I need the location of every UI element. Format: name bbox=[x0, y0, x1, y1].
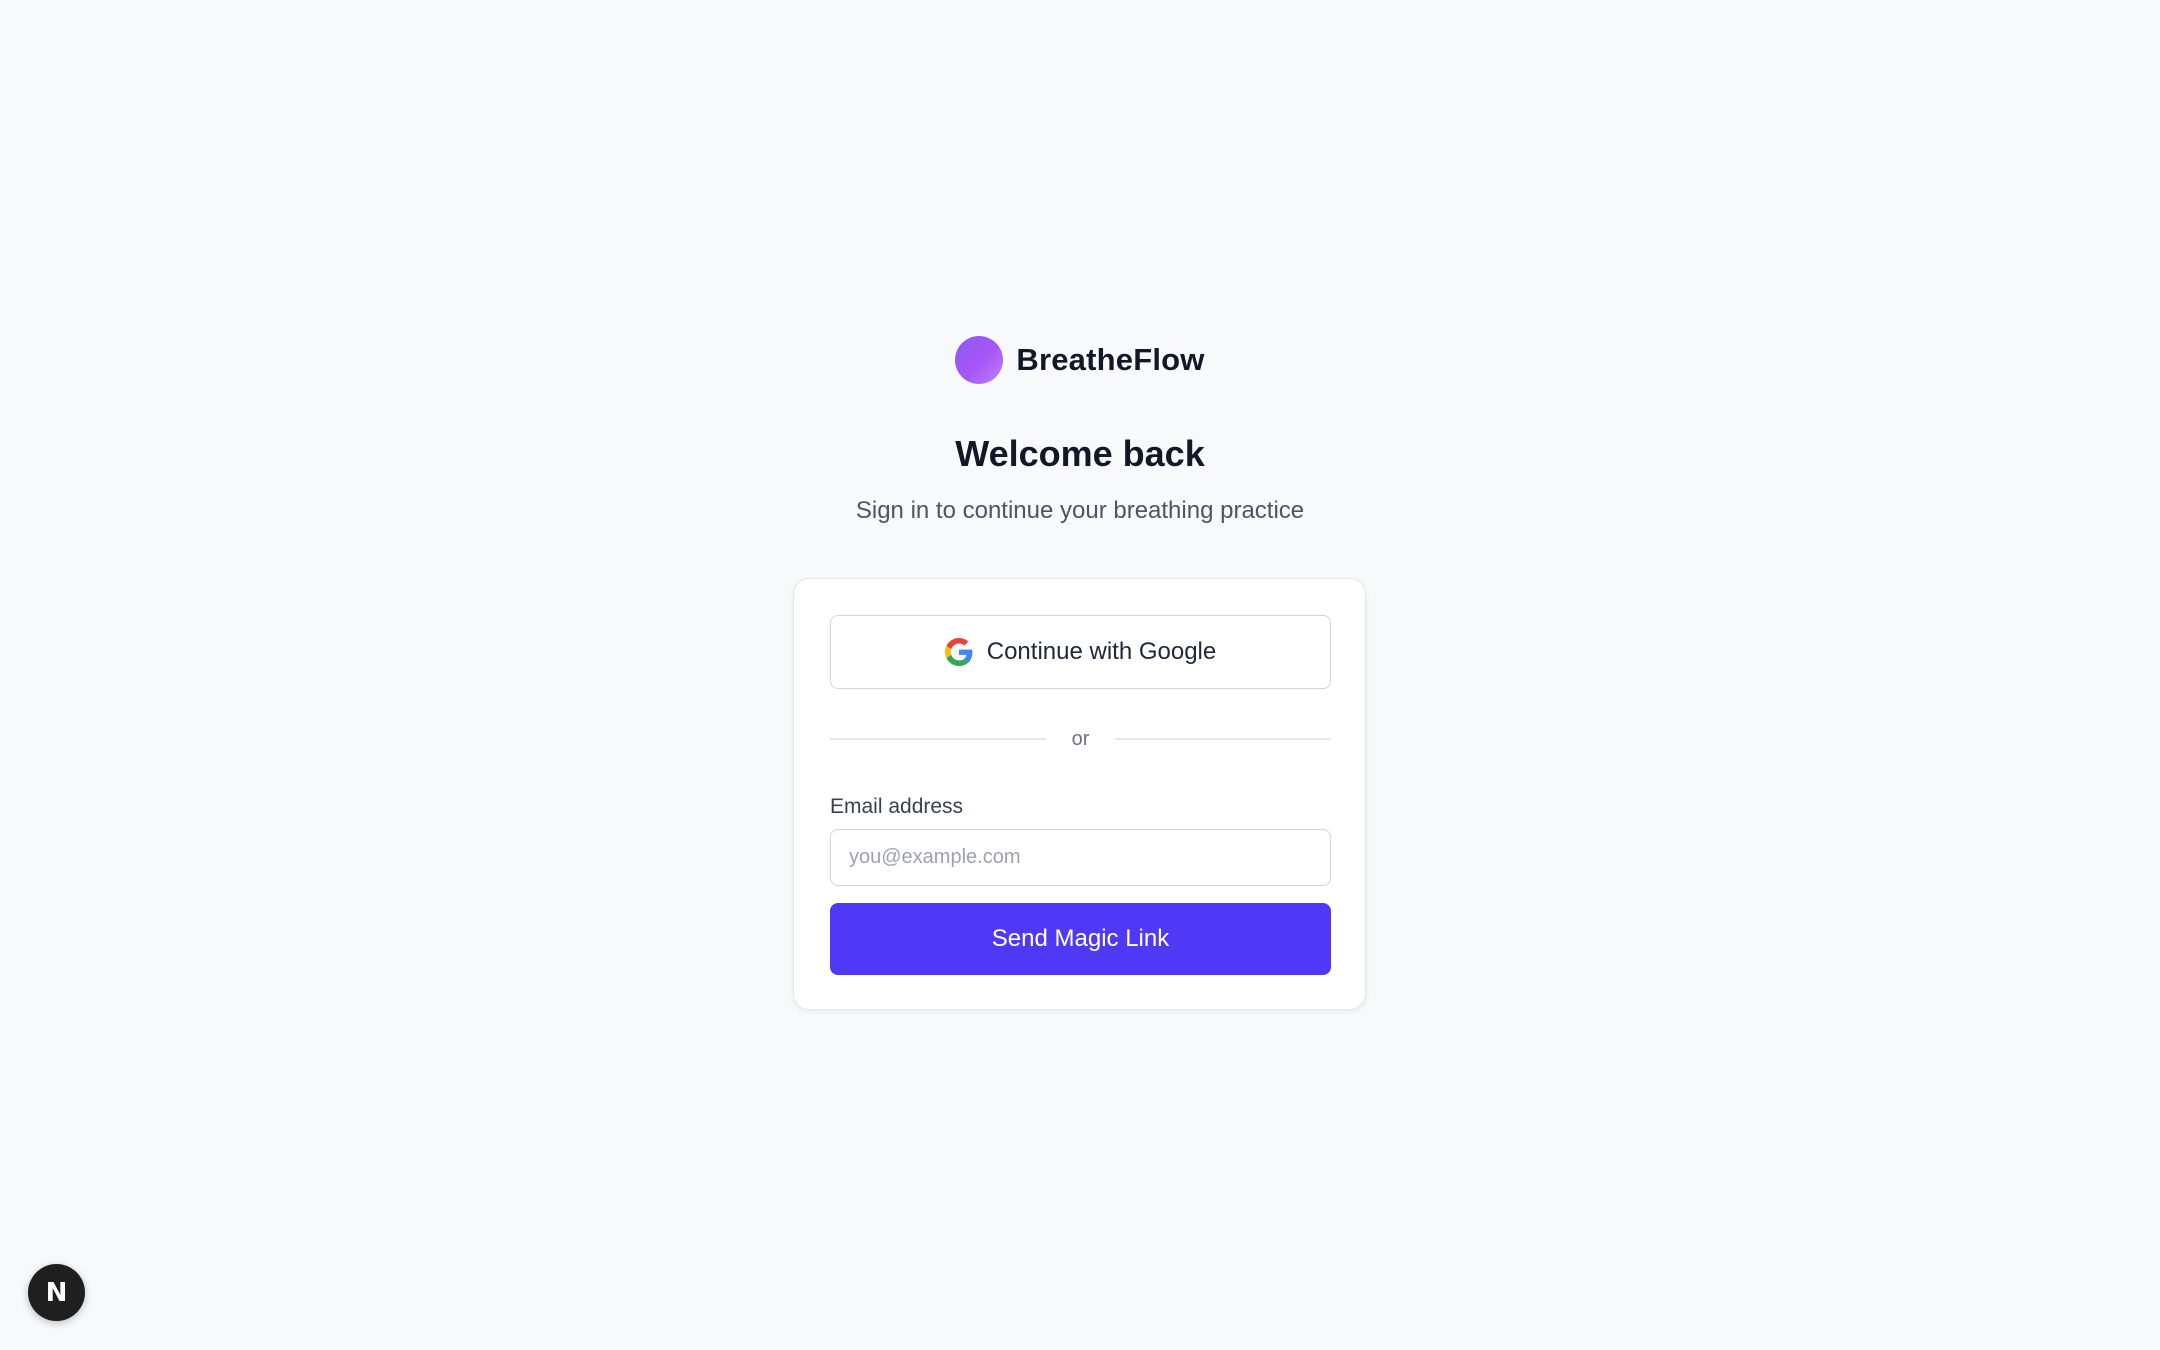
divider-line-right bbox=[1115, 738, 1332, 740]
divider-text: or bbox=[1071, 727, 1090, 750]
page-subtitle: Sign in to continue your breathing pract… bbox=[855, 497, 1305, 524]
email-label: Email address bbox=[830, 795, 964, 818]
login-page: BreatheFlow Welcome back Sign in to cont… bbox=[0, 0, 2160, 1350]
send-magic-link-button[interactable]: Send Magic Link bbox=[830, 903, 1331, 975]
brand-name: BreatheFlow bbox=[1016, 342, 1205, 377]
email-input[interactable] bbox=[830, 829, 1331, 886]
login-card: Continue with Google or Email address Se… bbox=[793, 578, 1366, 1010]
brand-header: BreatheFlow bbox=[0, 336, 2160, 384]
divider-line-left bbox=[830, 738, 1046, 740]
nextjs-dev-badge[interactable]: N bbox=[28, 1264, 85, 1321]
google-icon bbox=[944, 638, 973, 666]
brand-logo-icon bbox=[955, 336, 1004, 384]
page-title: Welcome back bbox=[955, 433, 1205, 474]
google-signin-label: Continue with Google bbox=[986, 638, 1217, 665]
nextjs-icon: N bbox=[45, 1277, 68, 1308]
or-divider: or bbox=[830, 727, 1332, 751]
google-signin-button[interactable]: Continue with Google bbox=[830, 615, 1331, 689]
